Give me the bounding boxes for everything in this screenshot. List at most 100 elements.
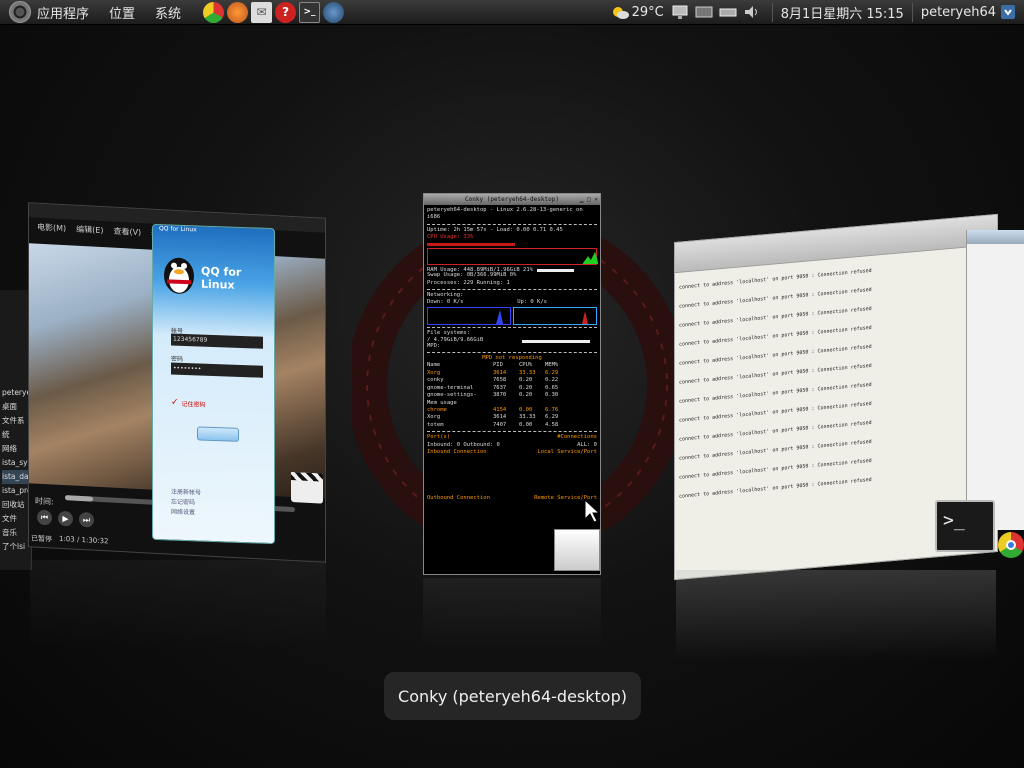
sidebar-item[interactable]: 了个lsi [2,540,29,554]
cpu-graph [427,247,598,265]
reflection [676,570,996,660]
mem-cell: chrome [427,407,447,414]
all-count: ALL: 0 [577,441,597,448]
outbound-connection-label: Outbound Connection [427,494,490,501]
proc-cell: conky [427,377,444,384]
col-header: MEM% [545,362,559,369]
mem-cell: 3614 [493,414,507,421]
proc-cell: 0.30 [545,392,559,399]
remember-label: 记住密码 [181,400,206,409]
network-monitor-icon[interactable] [670,3,690,21]
menu-view[interactable]: 查看(V) [113,226,141,238]
help-launcher-icon[interactable]: ? [275,1,297,23]
mem-usage-label: Mem usage [427,399,457,406]
col-header: CPU% [519,362,533,369]
shutdown-icon[interactable] [998,3,1018,21]
sidebar-item[interactable]: 文件 [2,512,29,526]
up-speed: Up: 0 K/s [517,299,547,306]
terminal-icon: >_ [935,500,995,552]
up-graph [513,306,597,325]
proc-cell: Xorg [427,369,441,376]
window-buttons: ▁ □ ✕ [580,194,598,205]
clock[interactable]: 8月1日星期六 15:15 [781,3,904,22]
chrome-tabbar [967,230,1024,244]
qq-links: 注册新帐号 忘记密码 网络设置 [171,488,201,519]
file-manager-sidebar: peteryeh6 桌面 文件系统 网络 ista_sys ista_dat i… [0,290,31,558]
playback-position: 1:03 / 1:30:32 [59,534,109,546]
cpu-bar [427,242,516,246]
proc-cell: gnome-terminal [427,384,474,391]
chrome-window[interactable] [966,230,1024,530]
conky-title: Conky (peteryeh64-desktop) [465,196,559,203]
chrome-launcher-icon[interactable] [203,1,225,23]
conky-networking: Networking: [427,291,464,298]
conky-body: peteryeh64-desktop - Linux 2.6.28-13-gen… [424,205,600,504]
inbound-row: Inbound: 0 Outbound: 0 ALL: 0 [427,442,597,449]
places-menu[interactable]: 位置 [109,3,135,22]
sidebar-item[interactable]: 文件系统 [2,414,29,442]
password-input[interactable]: •••••••• [171,362,263,378]
inbound-header: Inbound Connection Local Service/Port [427,449,597,456]
mail-launcher-icon[interactable]: ✉ [251,1,273,23]
proc-cell: 3870 [493,392,507,399]
gimp-launcher-icon[interactable] [227,1,249,23]
net-graphs [427,306,597,325]
proc-cell: 0.22 [545,377,559,384]
ubuntu-logo-icon[interactable] [9,1,31,23]
mem-cell: 33.33 [519,414,536,421]
sidebar-item[interactable]: peteryeh6 [2,386,31,400]
account-input[interactable]: 123456789 [171,333,263,349]
down-speed: Down: 0 K/s [427,299,464,306]
qq-login-window[interactable]: QQ for Linux QQ for Linux 帐号 123456789 密… [152,223,275,545]
play-icon[interactable]: ▶ [58,510,73,527]
remember-checkbox[interactable]: ✓ 记住密码 [171,398,206,409]
mem-table: chrome 4154 0.00 6.76 Xorg 3614 33.33 6.… [427,407,597,429]
minimize-icon[interactable]: ▁ [580,196,584,203]
sidebar-item[interactable]: ista_sys [2,456,31,470]
proc-cell: 0.20 [519,384,533,391]
proc-cell: 6.29 [545,369,559,376]
conky-fs: File systems: [427,329,471,336]
sidebar-item[interactable]: 网络 [2,442,29,456]
mem-cell: 6.76 [545,407,559,414]
next-icon[interactable]: ⏭ [79,511,94,528]
applications-menu[interactable]: 应用程序 [37,3,89,22]
login-button[interactable] [197,426,239,442]
weather-icon[interactable] [610,3,630,21]
network-settings-link[interactable]: 网络设置 [171,508,201,519]
menu-movie[interactable]: 电影(M) [37,222,66,235]
checkmark-icon: ✓ [171,397,179,408]
maximize-icon[interactable]: □ [587,196,591,203]
mouse-cursor-icon [584,498,600,526]
weather-temperature[interactable]: 29°C [632,5,664,20]
volume-icon[interactable] [742,3,762,21]
close-icon[interactable]: ✕ [594,196,598,203]
down-graph [427,306,511,325]
network-launcher-icon[interactable] [323,1,345,23]
mem-cell: 4154 [493,407,507,414]
sidebar-item[interactable]: ista_pro [2,484,31,498]
conky-swap: Swap Usage: 0B/366.99MiB 0% [427,272,517,279]
proc-cell: 7637 [493,384,507,391]
user-menu[interactable]: peteryeh64 [921,5,996,20]
qq-titlebar: QQ for Linux [159,225,197,234]
system-menu[interactable]: 系统 [155,3,181,22]
sidebar-item[interactable]: ista_dat [2,470,31,484]
outbound-header: Outbound Connection Remote Service/Port [427,495,597,502]
conky-window[interactable]: Conky (peteryeh64-desktop) ▁ □ ✕ peterye… [423,193,601,575]
computer-icon[interactable] [694,3,714,21]
keyboard-icon[interactable] [718,3,738,21]
menu-edit[interactable]: 编辑(E) [76,224,103,236]
sidebar-item[interactable]: 回收站 [2,498,29,512]
connections-label: #Connections [557,434,597,441]
panel-tray: 29°C 8月1日星期六 15:15 peteryeh64 [608,0,1024,25]
inbound-count: Inbound: 0 Outbound: 0 [427,441,500,448]
sidebar-item[interactable]: 桌面 [2,400,29,414]
ports-row: Port(s) #Connections [427,434,597,441]
terminal-launcher-icon[interactable]: >_ [299,1,321,23]
local-service-label: Local Service/Port [537,449,597,456]
log-text: connect to address 'localhost' on port 9… [675,245,997,513]
previous-icon[interactable]: ⏮ [37,509,52,526]
sidebar-item[interactable]: 音乐 [2,526,29,540]
conky-processes: Processes: 229 Running: 1 [427,279,510,286]
